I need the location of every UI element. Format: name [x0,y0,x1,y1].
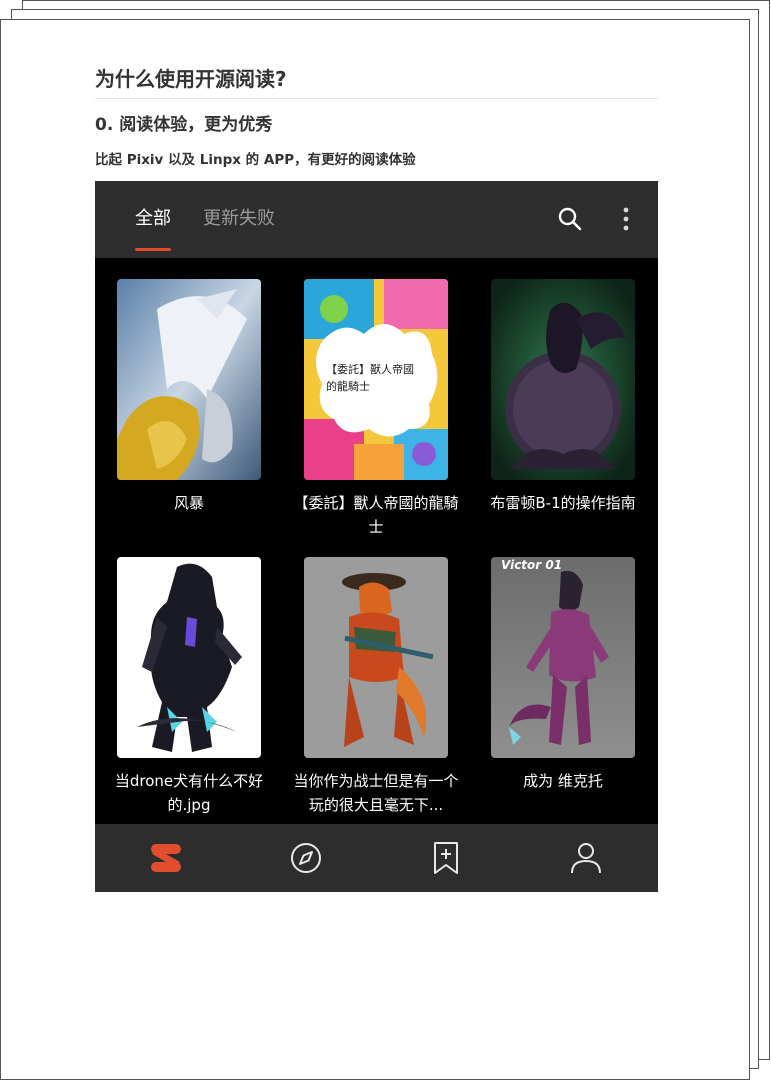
tab-all[interactable]: 全部 [135,207,171,231]
book-title: 风暴 [173,494,204,512]
book-title: 布雷顿B-1的操作指南 [490,494,636,512]
book-cover[interactable]: 【委託】獸人帝國 的龍騎士 [304,279,448,480]
profile-icon[interactable] [566,838,606,878]
cover-caption: 【委託】獸人帝國 的龍騎士 [326,363,414,393]
app-bar: 全部 更新失败 [95,181,658,258]
active-tab-indicator [135,248,171,251]
book-cover[interactable] [117,279,261,480]
book-cover[interactable]: Victor 01 [491,557,635,758]
article-paragraph: 比起 Pixiv 以及 Linpx 的 APP，有更好的阅读体验 [95,152,416,168]
book-cover[interactable] [117,557,261,758]
tab-update-failed[interactable]: 更新失败 [203,207,275,231]
cover-caption: Victor 01 [501,558,563,572]
article-heading: 为什么使用开源阅读? [95,66,658,99]
book-title: 当drone犬有什么不好的.jpg [114,772,264,814]
book-title: 成为 维克托 [523,772,603,790]
book-title: 【委託】獸人帝國的龍騎士 [293,494,459,536]
bookshelf-icon[interactable] [146,838,186,878]
search-icon[interactable] [556,205,584,237]
book-title: 当你作为战士但是有一个玩的很大且毫无下... [293,772,459,814]
bottom-navigation [95,824,658,892]
book-cover[interactable] [491,279,635,480]
app-screenshot: 全部 更新失败 风暴 【委託】獸人帝國 的龍騎士 【委託】獸人帝國的龍騎士 布雷… [95,181,658,892]
bookmark-add-icon[interactable] [426,838,466,878]
article: 为什么使用开源阅读? 0. 阅读体验，更为优秀 比起 Pixiv 以及 Linp… [95,66,658,169]
article-subheading: 0. 阅读体验，更为优秀 [95,115,273,135]
explore-icon[interactable] [286,838,326,878]
more-vert-icon[interactable] [616,205,636,237]
book-cover[interactable] [304,557,448,758]
